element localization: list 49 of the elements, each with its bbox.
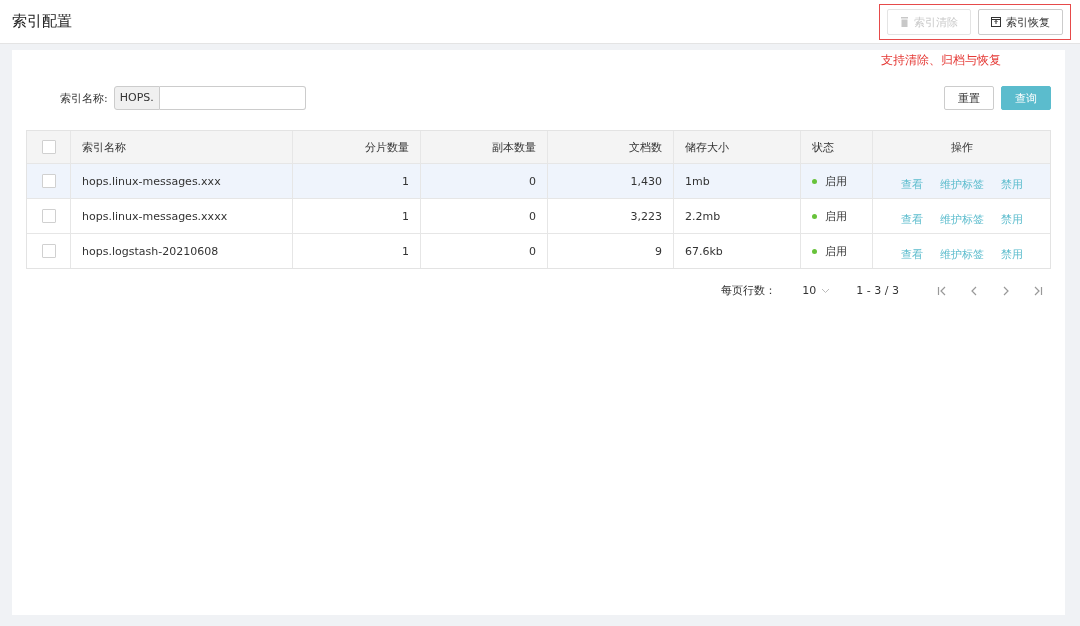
table-cell: 1,430 (630, 174, 662, 188)
status-text: 启用 (825, 208, 847, 224)
restore-icon (991, 17, 1001, 27)
table-cell: hops.logstash-20210608 (82, 244, 219, 258)
column-header[interactable]: 储存大小 (685, 139, 729, 155)
prefix-addon: HOPS. (113, 86, 160, 110)
column-header[interactable]: 状态 (812, 139, 834, 155)
restore-button[interactable]: 索引恢复 (978, 9, 1063, 35)
table-cell: 0 (529, 209, 536, 223)
previous-page-icon[interactable] (969, 285, 979, 296)
table-cell: 67.6kb (685, 244, 723, 258)
table-cell: 9 (655, 244, 662, 258)
table-cell: 3,223 (630, 209, 662, 223)
row-checkbox[interactable] (41, 174, 56, 188)
trash-icon (900, 17, 909, 27)
status-text: 启用 (825, 173, 847, 189)
row-checkbox[interactable] (41, 209, 56, 223)
select-all-checkbox[interactable] (41, 140, 56, 154)
table-cell: 1 (402, 244, 409, 258)
table-cell: hops.linux-messages.xxxx (82, 209, 228, 223)
reset-button[interactable]: 重置 (944, 86, 994, 110)
page-title: 索引配置 (12, 12, 72, 31)
table-cell: 0 (529, 174, 536, 188)
column-header[interactable]: 副本数量 (492, 139, 536, 155)
table-cell: hops.linux-messages.xxx (82, 174, 221, 188)
column-header[interactable]: 索引名称 (82, 139, 126, 155)
table-cell: 1mb (685, 174, 710, 188)
table-cell: 0 (529, 244, 536, 258)
index-name-field[interactable] (159, 86, 306, 110)
table-cell: 2.2mb (685, 209, 721, 223)
filter-label: 索引名称: (60, 90, 108, 106)
chevron-down-icon (821, 287, 831, 294)
row-checkbox[interactable] (41, 244, 56, 258)
column-header[interactable]: 分片数量 (365, 139, 409, 155)
table-row[interactable]: hops.linux-messages.xxx 1 0 1,430 1mb 启用 查看 维护标签 禁用 (27, 163, 1050, 198)
next-page-icon[interactable] (1001, 285, 1011, 296)
table-row[interactable]: hops.logstash-20210608 1 0 9 67.6kb 启用 查看 维护标签 禁用 (27, 233, 1050, 268)
table-row[interactable]: hops.linux-messages.xxxx 1 0 3,223 2.2mb 启用 查看 维护标签 禁用 (27, 198, 1050, 233)
page-range: 1 - 3 / 3 (856, 284, 899, 297)
last-page-icon[interactable] (1033, 285, 1043, 296)
page-size-select[interactable]: 10 (802, 284, 831, 297)
rows-per-page-label: 每页行数： (721, 283, 777, 298)
column-header[interactable]: 文档数 (629, 139, 662, 155)
status-text: 启用 (825, 243, 847, 259)
column-header[interactable]: 操作 (950, 139, 973, 155)
table-cell: 1 (402, 209, 409, 223)
first-page-icon[interactable] (937, 285, 947, 296)
annotation-text: 支持清除、归档与恢复 (881, 52, 1001, 69)
table-cell: 1 (402, 174, 409, 188)
